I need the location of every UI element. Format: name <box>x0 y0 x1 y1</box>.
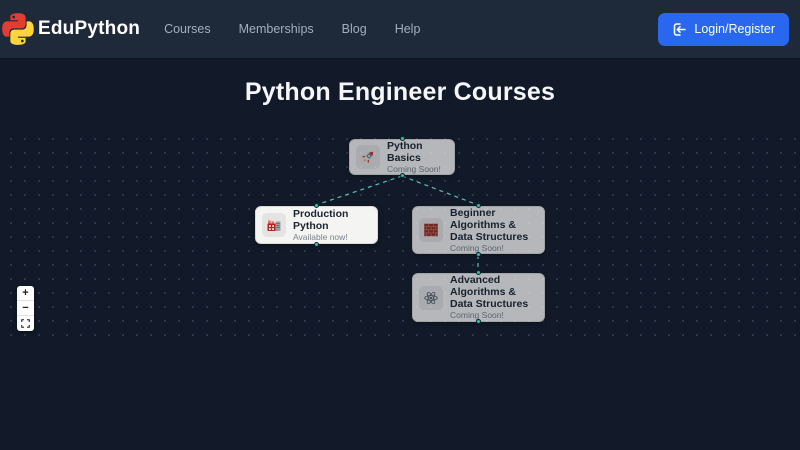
handle-beginner-algorithms-bottom[interactable] <box>476 252 481 257</box>
course-node-production-python[interactable]: Production Python Available now! <box>255 206 378 244</box>
handle-python-basics-bottom[interactable] <box>400 173 405 178</box>
node-title: Python Basics <box>387 140 446 164</box>
handle-beginner-algorithms-top[interactable] <box>476 203 481 208</box>
course-node-advanced-algorithms[interactable]: Advanced Algorithms & Data Structures Co… <box>412 273 545 322</box>
node-subtitle: Coming Soon! <box>450 244 536 254</box>
fit-view-icon <box>21 319 30 328</box>
flow-controls: + − <box>17 286 34 331</box>
brand-name: EduPython <box>38 18 140 40</box>
node-subtitle: Coming Soon! <box>387 165 446 175</box>
node-title: Advanced Algorithms & Data Structures <box>450 274 536 310</box>
login-icon <box>672 22 687 37</box>
handle-advanced-algorithms-top[interactable] <box>476 270 481 275</box>
handle-production-python-top[interactable] <box>314 203 319 208</box>
course-node-beginner-algorithms[interactable]: Beginner Algorithms & Data Structures Co… <box>412 206 545 254</box>
zoom-in-button[interactable]: + <box>17 286 34 301</box>
node-subtitle: Coming Soon! <box>450 311 536 321</box>
nav-item-help[interactable]: Help <box>395 22 421 36</box>
handle-advanced-algorithms-bottom[interactable] <box>476 319 481 324</box>
factory-icon <box>266 217 282 233</box>
login-button-label: Login/Register <box>694 22 775 36</box>
bricks-icon <box>423 222 439 238</box>
login-register-button[interactable]: Login/Register <box>658 13 789 46</box>
main-nav: Courses Memberships Blog Help <box>164 22 420 36</box>
atom-icon <box>423 290 439 306</box>
handle-production-python-bottom[interactable] <box>314 242 319 247</box>
edupython-logo-icon <box>2 13 34 45</box>
nav-item-memberships[interactable]: Memberships <box>239 22 314 36</box>
rocket-icon <box>360 149 376 165</box>
page-title: Python Engineer Courses <box>0 78 800 107</box>
fit-view-button[interactable] <box>17 316 34 331</box>
course-node-python-basics[interactable]: Python Basics Coming Soon! <box>349 139 455 175</box>
zoom-out-button[interactable]: − <box>17 301 34 316</box>
node-title: Beginner Algorithms & Data Structures <box>450 207 536 243</box>
edupython-page: { "header": { "brand": "EduPython", "nav… <box>0 0 800 450</box>
node-subtitle: Available now! <box>293 233 369 243</box>
header: EduPython Courses Memberships Blog Help … <box>0 0 800 58</box>
node-title: Production Python <box>293 208 369 232</box>
handle-python-basics-top[interactable] <box>400 136 405 141</box>
brand[interactable]: EduPython <box>2 13 140 45</box>
nav-item-blog[interactable]: Blog <box>342 22 367 36</box>
nav-item-courses[interactable]: Courses <box>164 22 211 36</box>
